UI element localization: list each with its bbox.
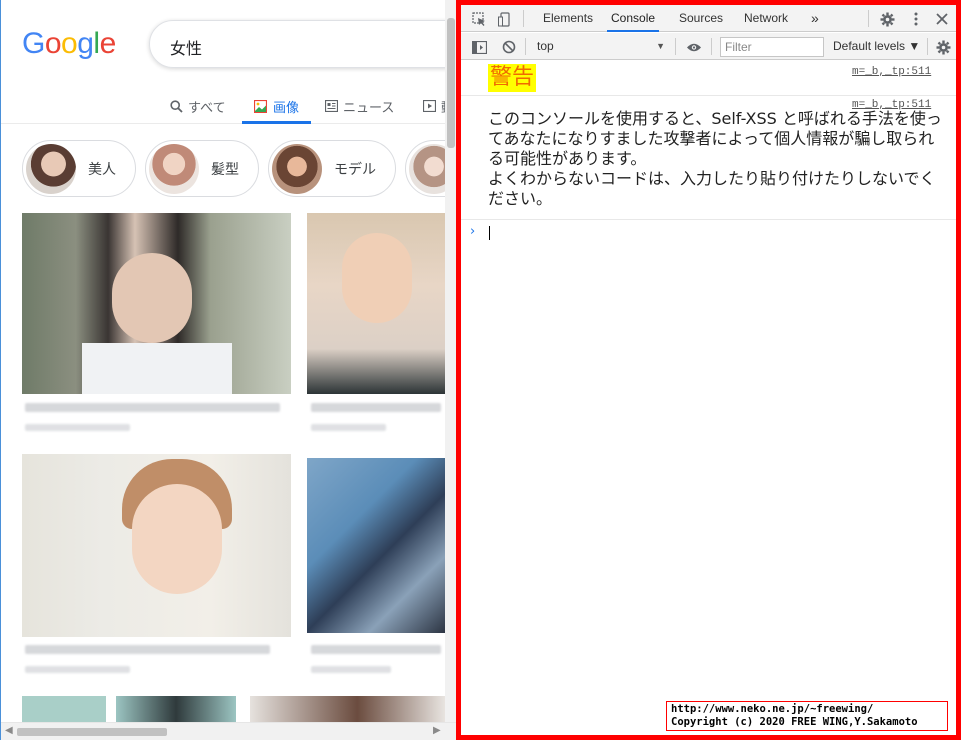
- device-toolbar-icon[interactable]: [497, 11, 513, 27]
- search-input[interactable]: 女性: [149, 20, 456, 68]
- clear-console-icon[interactable]: [501, 39, 517, 55]
- caption-blur: [25, 424, 130, 431]
- tab-network[interactable]: Network: [744, 5, 788, 32]
- inspect-element-icon[interactable]: [471, 11, 487, 27]
- search-query: 女性: [170, 39, 203, 58]
- image-result[interactable]: [22, 454, 291, 637]
- image-result[interactable]: [22, 696, 106, 722]
- image-result[interactable]: [307, 213, 447, 394]
- tab-label: ニュース: [343, 100, 395, 116]
- tab-sources[interactable]: Sources: [679, 5, 723, 32]
- chevron-down-icon: ▼: [656, 41, 665, 51]
- caption-blur: [311, 666, 391, 673]
- caption-blur: [311, 645, 441, 654]
- image-result[interactable]: [250, 696, 445, 722]
- context-value: top: [537, 39, 554, 53]
- tab-news[interactable]: ニュース: [324, 88, 394, 124]
- divider: [523, 10, 524, 27]
- tab-images[interactable]: 画像: [242, 88, 311, 124]
- caption-blur: [311, 424, 386, 431]
- divider: [525, 38, 526, 55]
- search-tabs: すべて 画像 ニュース 動: [1, 88, 456, 124]
- logo-letter: g: [77, 27, 94, 60]
- google-images-page: Google 女性 すべて 画像 ニュース 動: [0, 0, 456, 740]
- close-icon[interactable]: [934, 11, 950, 27]
- chip-kamigata[interactable]: 髪型: [145, 140, 259, 197]
- context-selector[interactable]: top ▼: [533, 37, 669, 56]
- divider: [868, 10, 869, 27]
- credit-box: http://www.neko.ne.jp/~freewing/ Copyrig…: [666, 701, 948, 731]
- scroll-right-icon[interactable]: ▶: [433, 725, 441, 736]
- divider: [675, 38, 676, 55]
- search-icon: [169, 99, 183, 113]
- devtools-panel: Elements Console Sources Network » top ▼: [456, 0, 961, 740]
- logo-letter: G: [22, 27, 45, 60]
- chip-bijin[interactable]: 美人: [22, 140, 136, 197]
- filter-placeholder: Filter: [725, 40, 752, 54]
- news-icon: [324, 99, 338, 113]
- console-toolbar: top ▼ Filter Default levels ▼: [461, 33, 956, 60]
- credit-url: http://www.neko.ne.jp/~freewing/: [671, 703, 874, 715]
- logo-letter: o: [61, 27, 78, 60]
- show-sidebar-icon[interactable]: [471, 39, 487, 55]
- caption-blur: [311, 403, 441, 412]
- warning-title: 警告: [488, 64, 537, 92]
- divider: [711, 38, 712, 55]
- caption-blur: [25, 666, 130, 673]
- log-levels-dropdown[interactable]: Default levels ▼: [833, 37, 920, 56]
- chip-label: 美人: [88, 161, 116, 178]
- scrollbar-thumb[interactable]: [447, 18, 455, 148]
- logo-letter: e: [99, 27, 117, 60]
- console-prompt-icon: ›: [470, 224, 476, 239]
- tab-all[interactable]: すべて: [169, 88, 226, 124]
- console-input-caret[interactable]: [489, 226, 490, 240]
- image-result[interactable]: [22, 213, 291, 394]
- chip-thumbnail: [26, 143, 76, 194]
- horizontal-scrollbar[interactable]: ◀ ▶: [1, 722, 456, 740]
- chip-label: モデル: [334, 161, 376, 178]
- logo-letter: o: [44, 27, 62, 60]
- caption-blur: [25, 403, 280, 412]
- source-link[interactable]: m=_b,_tp:511: [852, 66, 931, 78]
- chip-label: 髪型: [211, 161, 239, 178]
- tab-label: 画像: [272, 100, 299, 116]
- gear-icon[interactable]: [879, 11, 895, 27]
- image-face: [132, 484, 222, 594]
- image-icon: [254, 99, 268, 113]
- caption-blur: [25, 645, 270, 654]
- image-result[interactable]: [307, 458, 447, 633]
- scroll-left-icon[interactable]: ◀: [5, 725, 13, 736]
- image-result[interactable]: [116, 696, 236, 722]
- credit-copyright: Copyright (c) 2020 FREE WING,Y.Sakamoto: [671, 716, 918, 728]
- scrollbar-thumb[interactable]: [17, 728, 167, 736]
- divider: [927, 38, 928, 55]
- console-message: 警告 m=_b,_tp:511: [461, 61, 956, 96]
- filter-input[interactable]: Filter: [720, 37, 824, 57]
- image-face: [342, 233, 412, 323]
- video-icon: [422, 99, 436, 113]
- self-xss-warning-text: このコンソールを使用すると、Self-XSS と呼ばれる手法を使ってあなたになり…: [488, 109, 942, 208]
- eye-icon[interactable]: [686, 39, 702, 55]
- image-face: [112, 253, 192, 343]
- tab-console[interactable]: Console: [607, 5, 660, 32]
- console-output: 警告 m=_b,_tp:511 m=_b,_tp:511 このコンソールを使用す…: [461, 61, 956, 735]
- tab-label: すべて: [188, 100, 226, 116]
- chip-thumbnail: [272, 143, 322, 194]
- console-message: m=_b,_tp:511 このコンソールを使用すると、Self-XSS と呼ばれ…: [461, 97, 956, 220]
- image-shirt: [82, 343, 232, 394]
- chip-thumbnail: [149, 143, 199, 194]
- tab-elements[interactable]: Elements: [543, 5, 593, 32]
- kebab-menu-icon[interactable]: [908, 11, 924, 27]
- devtools-tabbar: Elements Console Sources Network »: [461, 5, 956, 32]
- chip-model[interactable]: モデル: [268, 140, 396, 197]
- google-logo[interactable]: Google: [22, 27, 116, 61]
- console-settings-gear-icon[interactable]: [935, 39, 951, 55]
- vertical-scrollbar[interactable]: [445, 0, 456, 722]
- more-tabs-icon[interactable]: »: [811, 5, 819, 32]
